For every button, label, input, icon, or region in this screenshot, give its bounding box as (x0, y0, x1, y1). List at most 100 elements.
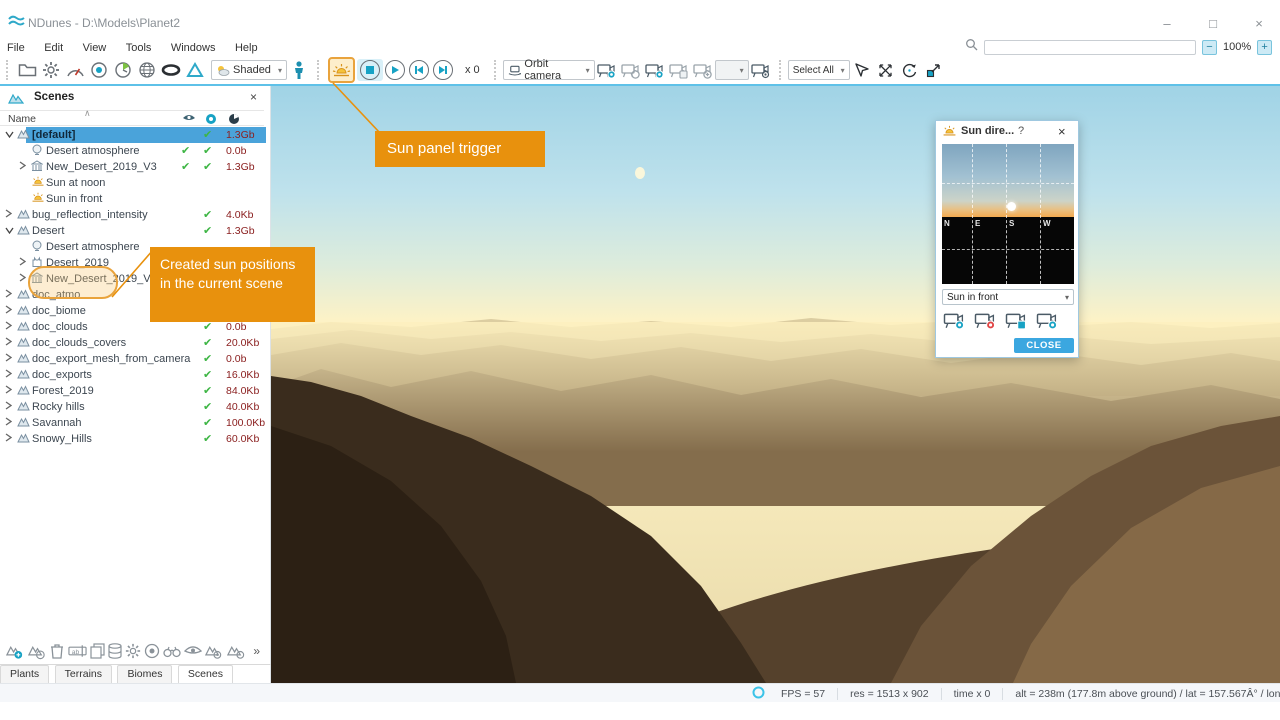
link-scene-button[interactable] (205, 641, 224, 661)
tree-row-label[interactable]: Forest_2019 (32, 385, 94, 397)
sun-direction-map[interactable]: N E S W (942, 144, 1074, 284)
active-check-icon[interactable]: ✔ (203, 208, 212, 221)
tab-plants[interactable]: Plants (0, 665, 49, 684)
tree-row-label[interactable]: bug_reflection_intensity (32, 209, 148, 221)
tree-row[interactable]: Sun in front (0, 191, 264, 207)
menu-file[interactable]: File (0, 40, 33, 56)
tree-row-label[interactable]: doc_export_mesh_from_camera (32, 353, 190, 365)
camera-locate-button[interactable] (1035, 311, 1059, 335)
scale-tool-button[interactable] (922, 58, 946, 82)
stop-button[interactable] (357, 59, 383, 81)
expander-icon[interactable] (5, 417, 15, 429)
tree-row-label[interactable]: Savannah (32, 417, 82, 429)
expander-icon[interactable] (5, 401, 15, 413)
camera-view-1-button[interactable] (595, 59, 619, 81)
tree-row-label[interactable]: Sun at noon (46, 177, 105, 189)
size-column-icon[interactable] (228, 113, 240, 128)
tree-row-label[interactable]: doc_exports (32, 369, 92, 381)
expander-icon[interactable] (5, 225, 15, 237)
add-scene-button[interactable] (6, 641, 25, 661)
active-check-icon[interactable]: ✔ (203, 352, 212, 365)
triangle-primitive-button[interactable] (183, 58, 207, 82)
tree-row-label[interactable]: doc_clouds_covers (32, 337, 126, 349)
scenes-panel-close-icon[interactable]: × (250, 90, 257, 104)
duplicate-scene-button[interactable] (28, 641, 47, 661)
menu-windows[interactable]: Windows (164, 40, 224, 56)
active-check-icon[interactable]: ✔ (203, 160, 212, 173)
expander-icon[interactable] (5, 321, 15, 333)
settings-gear-button[interactable] (39, 58, 63, 82)
expander-icon[interactable] (5, 337, 15, 349)
camera-save-button[interactable] (667, 59, 691, 81)
expander-icon[interactable] (5, 209, 15, 221)
render-mode-dropdown[interactable]: Shaded ▾ (211, 60, 287, 80)
character-view-button[interactable] (287, 58, 311, 82)
sun-direction-button[interactable] (328, 57, 355, 83)
play-button[interactable] (385, 60, 405, 80)
camera-preset-dropdown[interactable]: ▾ (715, 60, 749, 80)
tree-row-label[interactable]: Rocky hills (32, 401, 85, 413)
active-check-icon[interactable]: ✔ (203, 128, 212, 141)
globe-button[interactable] (135, 58, 159, 82)
tree-row[interactable]: [default]✔1.3Gb (0, 127, 264, 143)
rename-button[interactable]: ab (68, 641, 87, 661)
tree-row[interactable]: Desert atmosphere✔✔0.0b (0, 143, 264, 159)
camera-settings-button[interactable] (749, 59, 773, 81)
expander-icon[interactable] (5, 305, 15, 317)
tree-row[interactable]: Savannah✔100.0Kb (0, 415, 264, 431)
expander-icon[interactable] (5, 433, 15, 445)
minimize-button[interactable]: – (1152, 14, 1182, 34)
expander-icon[interactable] (5, 385, 15, 397)
column-name[interactable]: Name (8, 113, 36, 125)
camera-view-2-button[interactable] (619, 59, 643, 81)
expander-icon[interactable] (19, 161, 29, 173)
camera-add-button[interactable] (691, 59, 715, 81)
3d-viewport[interactable] (271, 86, 1280, 683)
tree-row[interactable]: bug_reflection_intensity✔4.0Kb (0, 207, 264, 223)
tree-row[interactable]: doc_exports✔16.0Kb (0, 367, 264, 383)
zoom-in-button[interactable]: + (1257, 40, 1272, 55)
step-forward-button[interactable] (433, 60, 453, 80)
active-check-icon[interactable]: ✔ (203, 432, 212, 445)
close-panel-button[interactable]: CLOSE (1014, 338, 1074, 353)
active-check-icon[interactable]: ✔ (203, 384, 212, 397)
active-check-icon[interactable]: ✔ (203, 416, 212, 429)
close-button[interactable]: × (1244, 14, 1274, 34)
tree-row-label[interactable]: New_Desert_2019_V3 (46, 161, 157, 173)
active-check-icon[interactable]: ✔ (203, 224, 212, 237)
record-button[interactable] (144, 641, 160, 661)
sun-panel-close-icon[interactable]: × (1058, 124, 1066, 139)
tree-row[interactable]: doc_export_mesh_from_camera✔0.0b (0, 351, 264, 367)
sun-preset-dropdown[interactable]: Sun in front ▾ (942, 289, 1074, 305)
expander-icon[interactable] (5, 289, 15, 301)
open-folder-button[interactable] (15, 58, 39, 82)
eye-button[interactable] (184, 641, 202, 661)
copy-button[interactable] (90, 641, 105, 661)
sun-position-handle[interactable] (1007, 202, 1016, 211)
tree-row[interactable]: Forest_2019✔84.0Kb (0, 383, 264, 399)
camera-record-button[interactable] (973, 311, 997, 335)
tree-row-label[interactable]: Desert atmosphere (46, 145, 140, 157)
menu-edit[interactable]: Edit (37, 40, 71, 56)
merge-scene-button[interactable] (227, 641, 246, 661)
active-check-icon[interactable]: ✔ (203, 144, 212, 157)
visibility-column-icon[interactable] (182, 113, 196, 126)
tree-row[interactable]: Snowy_Hills✔60.0Kb (0, 431, 264, 447)
active-check-icon[interactable]: ✔ (203, 336, 212, 349)
database-button[interactable] (108, 641, 123, 661)
camera-target-button[interactable] (942, 311, 966, 335)
overflow-icon[interactable]: » (249, 641, 264, 661)
active-check-icon[interactable]: ✔ (203, 368, 212, 381)
tree-row[interactable]: New_Desert_2019_V3✔✔1.3Gb (0, 159, 264, 175)
ellipse-primitive-button[interactable] (159, 58, 183, 82)
tree-row-label[interactable]: Snowy_Hills (32, 433, 92, 445)
gear-button[interactable] (125, 641, 141, 661)
help-button[interactable]: ? (1018, 125, 1024, 137)
tree-row-label[interactable]: Desert (32, 225, 64, 237)
visible-check-icon[interactable]: ✔ (181, 144, 190, 157)
tree-row-label[interactable]: [default] (32, 129, 75, 141)
expander-icon[interactable] (5, 353, 15, 365)
zoom-out-button[interactable]: − (1202, 40, 1217, 55)
time-clock-button[interactable] (111, 58, 135, 82)
select-mode-dropdown[interactable]: Select All ▾ (788, 60, 850, 80)
